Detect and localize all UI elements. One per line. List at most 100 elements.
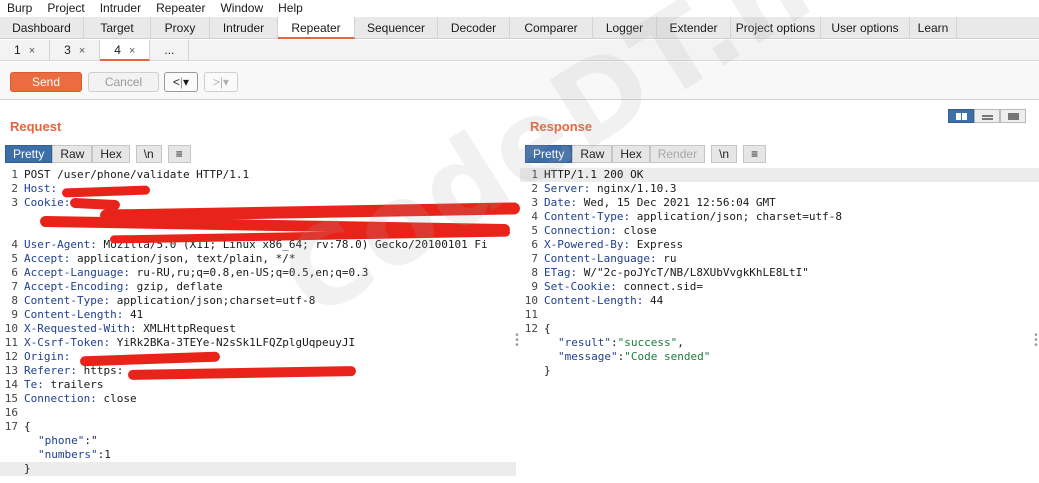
tab-intruder[interactable]: Intruder (210, 17, 278, 39)
header-name: Content-Language: (544, 252, 657, 265)
line-number: 2 (11, 182, 18, 195)
code-line: 16 (0, 406, 516, 420)
line-content: POST /user/phone/validate HTTP/1.1 (24, 168, 249, 182)
header-value: 41 (123, 308, 144, 321)
header-value: Wed, 15 Dec 2021 12:56:04 GMT (577, 196, 776, 209)
code-line: } (0, 462, 516, 476)
header-value: Express (630, 238, 684, 251)
close-icon[interactable]: × (29, 45, 35, 57)
code-line: "result":"success", (520, 336, 1039, 350)
repeater-subtab[interactable]: 1 × (0, 40, 51, 61)
line-content: Content-Type: application/json; charset=… (544, 210, 842, 224)
header-name: Connection: (24, 392, 97, 405)
tab-learn[interactable]: Learn (910, 17, 957, 39)
line-content: X-Csrf-Token: YiRk2BKa-3TEYe-N2sSk1LFQZp… (24, 336, 355, 350)
response-newline-toggle[interactable]: \n (711, 145, 738, 163)
repeater-subtab[interactable]: 3 × (50, 40, 101, 61)
layout-stacked-icon[interactable] (974, 109, 1000, 123)
request-tab-hex[interactable]: Hex (92, 145, 130, 163)
splitter-handle[interactable]: • • • (515, 331, 519, 351)
header-name: Origin: (24, 350, 71, 363)
header-name: Accept: (24, 252, 71, 265)
subtab-label: 4 (114, 43, 121, 57)
line-text: { (544, 322, 551, 335)
tab-dashboard[interactable]: Dashboard (0, 17, 84, 39)
line-number: 7 (11, 280, 18, 293)
code-line: 2 Server: nginx/1.10.3 (520, 182, 1039, 196)
menu-intruder[interactable]: Intruder (93, 1, 149, 16)
scroll-handle[interactable]: • • • (1034, 331, 1038, 351)
json-key: "numbers" (38, 448, 98, 461)
line-text: POST /user/phone/validate HTTP/1.1 (24, 168, 250, 181)
request-tab-raw[interactable]: Raw (52, 145, 93, 163)
line-content: Set-Cookie: connect.sid= (544, 280, 703, 294)
line-content: ETag: W/"2c-poJYcT/NB/L8XUbVvgkKhLE8LtI" (544, 266, 809, 280)
header-value: application/json;charset=utf-8 (110, 294, 316, 307)
line-content: Connection: close (544, 224, 657, 238)
request-newline-toggle[interactable]: \n (135, 145, 162, 163)
line-content: "result":"success", (558, 336, 684, 350)
line-number: 8 (531, 266, 538, 279)
code-line: 5 Connection: close (520, 224, 1039, 238)
line-number: 16 (4, 406, 18, 419)
menu-burp[interactable]: Burp (0, 1, 40, 16)
header-name: Te: (24, 378, 44, 391)
json-punct: , (677, 336, 684, 349)
code-line: 7 Content-Language: ru (520, 252, 1039, 266)
code-line: 8 Content-Type: application/json;charset=… (0, 294, 516, 308)
layout-split-icon[interactable] (948, 109, 974, 123)
json-separator: :" (84, 434, 98, 447)
line-number: 4 (11, 238, 18, 251)
code-line: "phone":" (0, 434, 516, 448)
header-value: connect.sid= (616, 280, 703, 293)
line-content: Date: Wed, 15 Dec 2021 12:56:04 GMT (544, 196, 776, 210)
line-number: 12 (524, 322, 538, 335)
line-number: 10 (4, 322, 18, 335)
code-line: 9 Content-Length: 41 (0, 308, 516, 322)
line-number: 10 (524, 294, 538, 307)
header-value: application/json; charset=utf-8 (630, 210, 843, 223)
layout-single-icon[interactable] (1000, 109, 1026, 123)
line-content: Referer: https: (24, 364, 123, 378)
cancel-button[interactable]: Cancel (88, 72, 159, 92)
close-icon[interactable]: × (79, 45, 85, 57)
header-value: close (96, 392, 137, 405)
header-name: Content-Length: (544, 294, 644, 307)
layout-toggle (948, 109, 1026, 123)
tab-repeater[interactable]: Repeater (278, 17, 355, 39)
forward-button[interactable]: >|▾ (204, 72, 238, 92)
response-tab-render[interactable]: Render (649, 145, 706, 163)
line-number: 3 (11, 196, 18, 209)
repeater-subtab[interactable]: 4 × (100, 40, 151, 61)
tab-proxy[interactable]: Proxy (151, 17, 210, 39)
menu-project[interactable]: Project (40, 1, 92, 16)
header-value: gzip, deflate (129, 280, 223, 293)
header-value: YiRk2BKa-3TEYe-N2sSk1LFQZplgUqpeuyJI (110, 336, 356, 349)
menu-window[interactable]: Window (213, 1, 271, 16)
tab-target[interactable]: Target (84, 17, 151, 39)
line-number: 8 (11, 294, 18, 307)
line-number: 5 (11, 252, 18, 265)
menu-repeater[interactable]: Repeater (149, 1, 213, 16)
menu-help[interactable]: Help (271, 1, 311, 16)
hamburger-icon[interactable]: ≡ (743, 145, 767, 163)
request-tab-pretty[interactable]: Pretty (5, 145, 53, 163)
header-value: 44 (643, 294, 664, 307)
header-name: X-Csrf-Token: (24, 336, 111, 349)
send-button[interactable]: Send (10, 72, 82, 92)
subtab-label: 3 (64, 43, 71, 57)
repeater-subtab[interactable]: ... (150, 40, 190, 61)
hamburger-icon[interactable]: ≡ (167, 145, 191, 163)
line-content: Te: trailers (24, 378, 103, 392)
line-content: X-Requested-With: XMLHttpRequest (24, 322, 236, 336)
line-content: } (24, 462, 31, 476)
tab-decoder[interactable]: Decoder (438, 17, 510, 39)
json-key: "phone" (38, 434, 85, 447)
close-icon[interactable]: × (129, 45, 135, 57)
line-content: Accept-Encoding: gzip, deflate (24, 280, 223, 294)
code-line: 6 X-Powered-By: Express (520, 238, 1039, 252)
tab-sequencer[interactable]: Sequencer (355, 17, 438, 39)
line-content: X-Powered-By: Express (544, 238, 683, 252)
back-button[interactable]: <|▾ (164, 72, 198, 92)
response-editor[interactable]: 1 HTTP/1.1 200 OK 2 Server: nginx/1.10.3 3 Da… (520, 168, 1039, 378)
